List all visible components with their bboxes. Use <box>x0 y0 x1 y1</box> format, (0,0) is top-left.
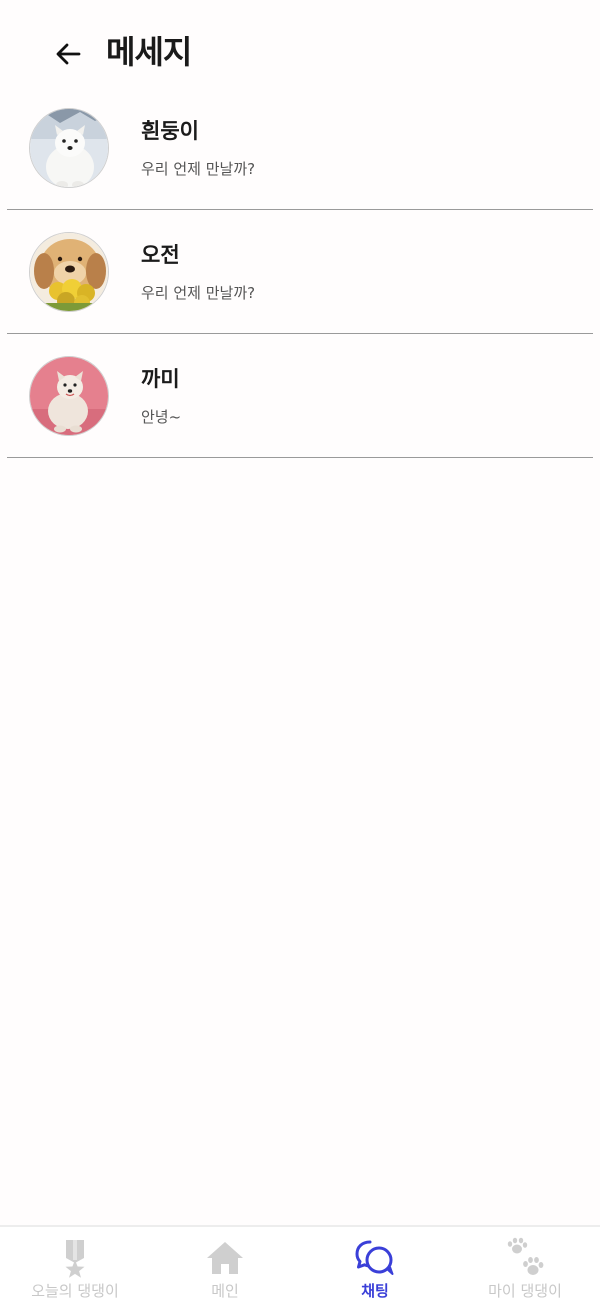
nav-item-today-dog[interactable]: 오늘의 댕댕이 <box>0 1227 150 1313</box>
chat-name: 까미 <box>141 367 180 391</box>
header: 메세지 <box>0 0 600 100</box>
chat-preview: 안녕~ <box>141 408 182 426</box>
messages-screen: 메세지 흰둥이 우리 언제 만날까? 오전 우리 언제 만날까? 까미 안녕~ … <box>0 0 600 1313</box>
nav-label: 오늘의 댕댕이 <box>31 1282 119 1300</box>
nav-label: 마이 댕댕이 <box>488 1282 562 1300</box>
nav-item-chat[interactable]: 채팅 <box>300 1227 450 1313</box>
chat-list-item[interactable]: 까미 안녕~ <box>7 334 593 458</box>
nav-item-main[interactable]: 메인 <box>150 1227 300 1313</box>
chat-list-item[interactable]: 흰둥이 우리 언제 만날까? <box>7 86 593 210</box>
paw-icon <box>503 1237 547 1279</box>
avatar <box>29 356 109 436</box>
arrow-left-icon <box>56 43 81 65</box>
back-button[interactable] <box>48 34 88 74</box>
chat-name: 오전 <box>141 243 180 267</box>
page-title: 메세지 <box>106 33 192 71</box>
chat-preview: 우리 언제 만날까? <box>141 160 256 178</box>
chat-name: 흰둥이 <box>141 119 199 143</box>
chat-list: 흰둥이 우리 언제 만날까? 오전 우리 언제 만날까? 까미 안녕~ <box>7 86 593 458</box>
medal-icon <box>53 1237 97 1279</box>
chat-list-item[interactable]: 오전 우리 언제 만날까? <box>7 210 593 334</box>
chat-bubbles-icon <box>353 1237 397 1279</box>
home-icon <box>203 1237 247 1279</box>
avatar <box>29 108 109 188</box>
nav-item-my-dog[interactable]: 마이 댕댕이 <box>450 1227 600 1313</box>
avatar <box>29 232 109 312</box>
bottom-nav: 오늘의 댕댕이 메인 채팅 마이 댕댕이 <box>0 1225 600 1313</box>
chat-preview: 우리 언제 만날까? <box>141 284 256 302</box>
nav-label: 메인 <box>211 1282 239 1300</box>
nav-label: 채팅 <box>361 1282 389 1300</box>
